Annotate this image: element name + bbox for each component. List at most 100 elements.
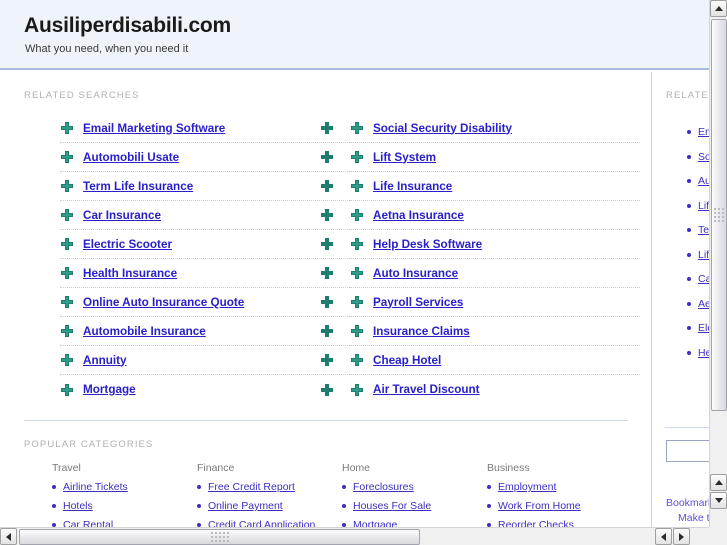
related-search-link[interactable]: Help Desk Software xyxy=(373,238,482,251)
related-search-item[interactable]: Social Security Disability xyxy=(350,114,640,143)
related-search-item[interactable]: Air Travel Discount xyxy=(350,375,640,404)
sidebar-related-link[interactable]: Email Marketing Software xyxy=(698,126,709,138)
category-list-item[interactable]: Credit Card Application xyxy=(197,519,342,527)
scroll-right-button[interactable] xyxy=(673,528,690,545)
horizontal-scrollbar-thumb[interactable] xyxy=(19,529,420,545)
related-search-item[interactable]: Electric Scooter xyxy=(60,230,350,259)
scroll-up-button[interactable] xyxy=(710,0,727,17)
related-search-item[interactable]: Automobile Insurance xyxy=(60,317,350,346)
category-list-item[interactable]: Mortgage xyxy=(342,519,487,527)
related-search-link[interactable]: Term Life Insurance xyxy=(83,180,193,193)
sidebar-related-item[interactable]: Life Insurance xyxy=(687,243,709,268)
sidebar-related-link[interactable]: Term Life Insurance xyxy=(698,224,709,236)
related-search-link[interactable]: Aetna Insurance xyxy=(373,209,464,222)
related-search-link[interactable]: Air Travel Discount xyxy=(373,383,480,396)
category-link[interactable]: Car Rental xyxy=(63,519,113,527)
related-search-link[interactable]: Cheap Hotel xyxy=(373,354,441,367)
related-search-item[interactable]: Car Insurance xyxy=(60,201,350,230)
vertical-scrollbar-thumb[interactable] xyxy=(711,19,727,411)
related-search-item[interactable]: Term Life Insurance xyxy=(60,172,350,201)
related-search-link[interactable]: Social Security Disability xyxy=(373,122,512,135)
category-list-item[interactable]: Employment xyxy=(487,481,632,493)
related-search-link[interactable]: Insurance Claims xyxy=(373,325,470,338)
category-list-item[interactable]: Free Credit Report xyxy=(197,481,342,493)
sidebar-related-link[interactable]: Electric Scooter xyxy=(698,322,709,334)
sidebar-related-item[interactable]: Lift System xyxy=(687,194,709,219)
sidebar-related-link[interactable]: Health Insurance xyxy=(698,347,709,359)
category-list-item[interactable]: Houses For Sale xyxy=(342,500,487,512)
sidebar-related-link[interactable]: Aetna Insurance xyxy=(698,298,709,310)
category-link[interactable]: Credit Card Application xyxy=(208,519,315,527)
category-title: Business xyxy=(487,462,530,474)
related-search-item[interactable]: Automobili Usate xyxy=(60,143,350,172)
scroll-down-button-2[interactable] xyxy=(710,492,727,509)
related-search-link[interactable]: Car Insurance xyxy=(83,209,161,222)
category-link[interactable]: Online Payment xyxy=(208,500,283,512)
related-search-link[interactable]: Automobile Insurance xyxy=(83,325,206,338)
related-search-item[interactable]: Mortgage xyxy=(60,375,350,404)
category-link[interactable]: Employment xyxy=(498,481,556,493)
related-search-item[interactable]: Health Insurance xyxy=(60,259,350,288)
category-list-item[interactable]: Car Rental xyxy=(52,519,197,527)
related-search-link[interactable]: Auto Insurance xyxy=(373,267,458,280)
related-search-item[interactable]: Life Insurance xyxy=(350,172,640,201)
related-search-item[interactable]: Annuity xyxy=(60,346,350,375)
bookmark-link[interactable]: Bookmark xyxy=(666,497,709,509)
related-search-item[interactable]: Online Auto Insurance Quote xyxy=(60,288,350,317)
scroll-left-button[interactable] xyxy=(0,528,17,545)
category-link[interactable]: Free Credit Report xyxy=(208,481,295,493)
sidebar-related-item[interactable]: Car Insurance xyxy=(687,267,709,292)
sidebar-related-item[interactable]: Aetna Insurance xyxy=(687,292,709,317)
related-search-link[interactable]: Online Auto Insurance Quote xyxy=(83,296,244,309)
related-search-item[interactable]: Aetna Insurance xyxy=(350,201,640,230)
related-search-item[interactable]: Payroll Services xyxy=(350,288,640,317)
sidebar-related-item[interactable]: Term Life Insurance xyxy=(687,218,709,243)
related-search-link[interactable]: Electric Scooter xyxy=(83,238,172,251)
category-link[interactable]: Airline Tickets xyxy=(63,481,128,493)
category-link[interactable]: Hotels xyxy=(63,500,93,512)
scroll-left-button-2[interactable] xyxy=(655,528,672,545)
related-search-link[interactable]: Mortgage xyxy=(83,383,136,396)
sidebar-related-item[interactable]: Email Marketing Software xyxy=(687,120,709,145)
category-link[interactable]: Houses For Sale xyxy=(353,500,431,512)
related-search-link[interactable]: Email Marketing Software xyxy=(83,122,225,135)
related-search-link[interactable]: Health Insurance xyxy=(83,267,177,280)
related-searches-column-right: Social Security Disability Lift System Lif… xyxy=(350,114,640,404)
search-input[interactable] xyxy=(666,440,709,462)
horizontal-scrollbar[interactable] xyxy=(0,527,709,545)
sidebar-related-link[interactable]: Life Insurance xyxy=(698,249,709,261)
related-search-item[interactable]: Cheap Hotel xyxy=(350,346,640,375)
category-list-item[interactable]: Online Payment xyxy=(197,500,342,512)
category-link[interactable]: Foreclosures xyxy=(353,481,414,493)
sidebar-related-link[interactable]: Social Security Disability xyxy=(698,151,709,163)
sidebar-related-item[interactable]: Electric Scooter xyxy=(687,316,709,341)
related-search-link[interactable]: Lift System xyxy=(373,151,436,164)
category-list-item[interactable]: Reorder Checks xyxy=(487,519,632,527)
sidebar-related-link[interactable]: Automobili Usate xyxy=(698,175,709,187)
category-list-item[interactable]: Airline Tickets xyxy=(52,481,197,493)
related-search-link[interactable]: Automobili Usate xyxy=(83,151,179,164)
vertical-scrollbar[interactable] xyxy=(709,0,727,527)
sidebar-related-item[interactable]: Social Security Disability xyxy=(687,145,709,170)
category-list-item[interactable]: Work From Home xyxy=(487,500,632,512)
sidebar-related-link[interactable]: Car Insurance xyxy=(698,273,709,285)
sidebar-related-link[interactable]: Lift System xyxy=(698,200,709,212)
related-search-item[interactable]: Insurance Claims xyxy=(350,317,640,346)
sidebar-related-item[interactable]: Health Insurance xyxy=(687,341,709,366)
related-search-item[interactable]: Auto Insurance xyxy=(350,259,640,288)
category-link[interactable]: Reorder Checks xyxy=(498,519,574,527)
category-link[interactable]: Mortgage xyxy=(353,519,397,527)
related-search-link[interactable]: Payroll Services xyxy=(373,296,463,309)
related-search-item[interactable]: Lift System xyxy=(350,143,640,172)
category-link[interactable]: Work From Home xyxy=(498,500,581,512)
related-search-link[interactable]: Life Insurance xyxy=(373,180,452,193)
category-list-item[interactable]: Hotels xyxy=(52,500,197,512)
section-divider xyxy=(24,420,628,421)
related-search-link[interactable]: Annuity xyxy=(83,354,127,367)
related-search-item[interactable]: Email Marketing Software xyxy=(60,114,350,143)
make-homepage-link[interactable]: Make this xyxy=(666,512,709,524)
sidebar-related-item[interactable]: Automobili Usate xyxy=(687,169,709,194)
category-list-item[interactable]: Foreclosures xyxy=(342,481,487,493)
scroll-down-button[interactable] xyxy=(710,474,727,491)
related-search-item[interactable]: Help Desk Software xyxy=(350,230,640,259)
